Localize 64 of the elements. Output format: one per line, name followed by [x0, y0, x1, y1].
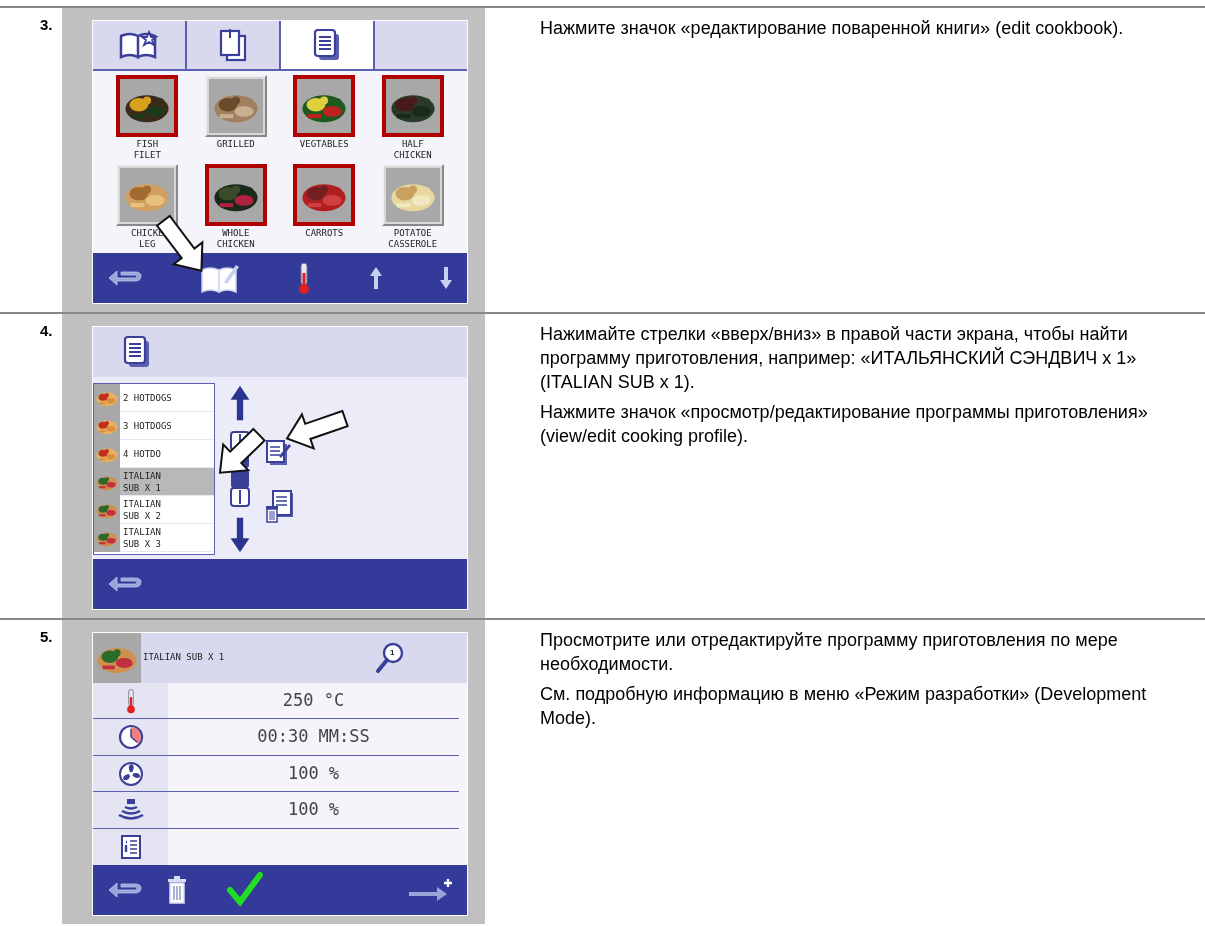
recipe-label: POTATOE CASSEROLE [388, 228, 438, 251]
back-arrow-icon[interactable] [107, 881, 143, 899]
profile-name: 3 HOTDOGS [122, 419, 172, 432]
callout-arrow [218, 427, 267, 475]
recipe-tile[interactable] [381, 75, 444, 137]
profile-list-item[interactable]: ITALIAN SUB X 1 [94, 468, 214, 496]
back-arrow-icon[interactable] [107, 575, 143, 593]
recipe-label: HALF CHICKEN [393, 139, 432, 162]
profile-list-item[interactable]: ITALIAN SUB X 2 [94, 496, 214, 524]
delete-document-icon[interactable] [265, 489, 295, 523]
recipe-label: GRILLED [216, 139, 255, 151]
profile-list-item[interactable]: 4 HOTDO [94, 440, 214, 468]
setting-value[interactable]: 100 % [287, 797, 340, 823]
edit-book-icon[interactable] [199, 262, 240, 294]
recipe-tile[interactable] [293, 75, 356, 137]
fan-icon [117, 760, 144, 787]
profile-name: ITALIAN SUB X 2 [122, 497, 161, 522]
setting-value[interactable]: 100 % [287, 760, 340, 787]
profile-list-item[interactable]: ITALIAN SUB X 3 [94, 524, 214, 552]
document-icon[interactable] [313, 28, 341, 62]
setting-value[interactable]: 250 °C [282, 687, 345, 714]
magnifier-icon [375, 642, 405, 674]
waves-icon [116, 797, 145, 822]
magnifier-button[interactable]: 1 [375, 642, 405, 674]
clock-icon [117, 724, 144, 751]
thermometer-icon[interactable] [296, 261, 312, 295]
profile-list-item[interactable]: 3 HOTDOGS [94, 412, 214, 440]
profile-name: ITALIAN SUB X 1 [122, 469, 161, 494]
profile-name: 4 HOTDO [122, 447, 161, 460]
scroll-up-icon[interactable] [229, 383, 251, 423]
edit-document-icon[interactable] [265, 439, 291, 467]
trash-icon[interactable] [167, 876, 187, 904]
arrow-plus-icon[interactable] [407, 877, 453, 903]
up-arrow-icon[interactable] [368, 266, 383, 290]
recipe-label: FISH FILET [133, 139, 161, 162]
instruction-text: Нажмите значок «редактирование поваренной книги» (edit cookbook). [540, 17, 1125, 40]
pages-icon[interactable] [218, 28, 248, 62]
setting-value[interactable]: 00:30 MM:SS [257, 724, 370, 750]
info-document-icon [119, 833, 142, 860]
profile-title: ITALIAN SUB X 1 [143, 651, 225, 665]
profile-name: 2 HOTDOGS [122, 391, 172, 404]
back-arrow-icon[interactable] [107, 269, 143, 287]
recipe-tile[interactable] [116, 75, 179, 137]
recipe-label: WHOLE CHICKEN [216, 228, 255, 251]
step-number: 5. [39, 627, 54, 647]
document-icon [123, 335, 151, 369]
recipe-tile[interactable] [293, 164, 356, 226]
step-number: 4. [39, 321, 54, 341]
instruction-text: Нажмите значок «просмотр/редактирование программы приготовления» (view/edit cooking profile). [540, 401, 1149, 448]
instruction-text: См. подробную информацию в меню «Режим разработки» (Development Mode). [540, 683, 1148, 730]
step-number: 3. [39, 15, 54, 35]
scroll-down-icon[interactable] [229, 515, 251, 555]
profile-list-item[interactable]: 2 HOTDOGS [94, 384, 214, 412]
instruction-text: Просмотрите или отредактируйте программу приготовления по мере необходимости. [540, 629, 1119, 676]
checkmark-icon[interactable] [227, 872, 263, 908]
recipe-label: CARROTS [305, 228, 344, 240]
book-star-icon[interactable] [118, 30, 160, 60]
callout-arrow [285, 409, 350, 451]
profile-name: ITALIAN SUB X 3 [122, 525, 161, 550]
recipe-label: VEGTABLES [299, 139, 349, 151]
instruction-text: Нажимайте стрелки «вверх/вниз» в правой части экрана, чтобы найти программу приготовления, например: «ИТАЛЬЯНСКИЙ СЭНДВИЧ x 1» (ITALIAN SUB x 1). [540, 323, 1138, 394]
tab[interactable] [279, 21, 373, 69]
down-arrow-icon[interactable] [439, 266, 453, 290]
recipe-tile[interactable] [204, 164, 267, 226]
